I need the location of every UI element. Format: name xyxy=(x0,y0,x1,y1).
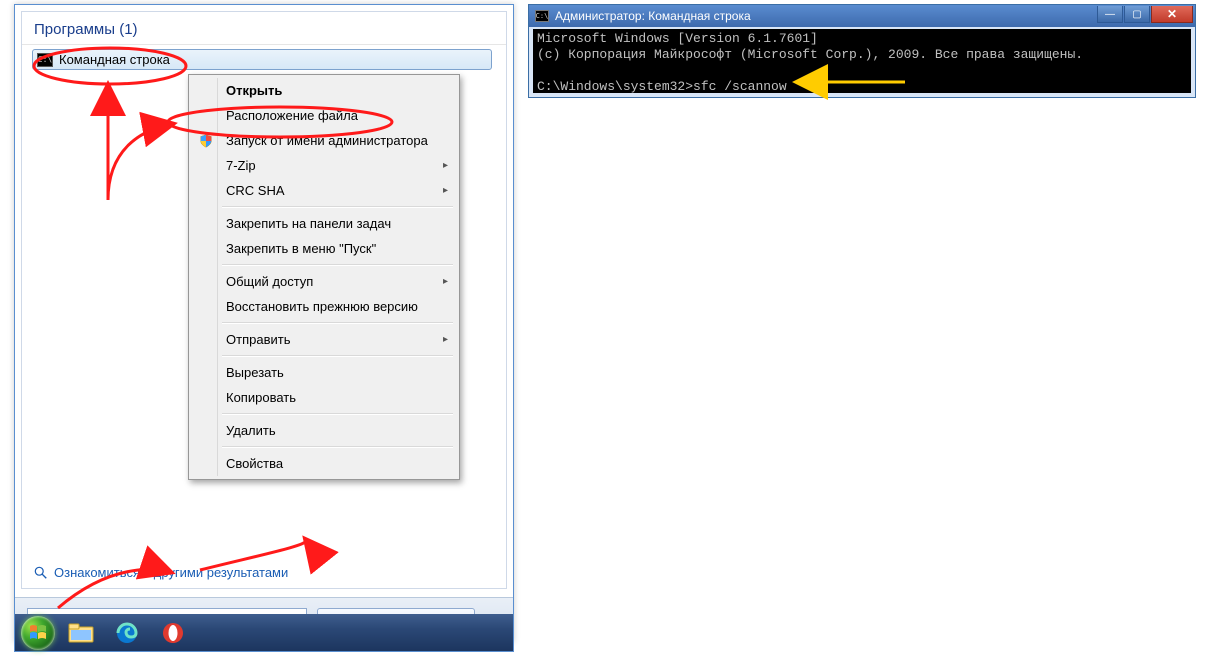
search-icon xyxy=(34,566,48,580)
taskbar xyxy=(14,614,514,652)
ctx-file-location[interactable]: Расположение файла xyxy=(192,103,456,128)
ctx-cut[interactable]: Вырезать xyxy=(192,360,456,385)
ctx-pin-taskbar[interactable]: Закрепить на панели задач xyxy=(192,211,456,236)
ctx-7zip-label: 7-Zip xyxy=(226,158,256,173)
cmd-title-text: Администратор: Командная строка xyxy=(555,9,751,23)
start-menu-window: Программы (1) C:\ Командная строка Откры… xyxy=(14,4,514,642)
start-button[interactable] xyxy=(21,616,55,650)
ctx-properties[interactable]: Свойства xyxy=(192,451,456,476)
shield-icon xyxy=(199,134,213,148)
ctx-separator xyxy=(222,322,453,324)
cmd-line2: (c) Корпорация Майкрософт (Microsoft Cor… xyxy=(537,47,1083,62)
see-more-results-link[interactable]: Ознакомиться с другими результатами xyxy=(34,565,288,580)
cmd-titlebar[interactable]: C:\ Администратор: Командная строка — ▢ … xyxy=(529,5,1195,27)
cmd-window: C:\ Администратор: Командная строка — ▢ … xyxy=(528,4,1196,98)
ctx-separator xyxy=(222,446,453,448)
start-menu-panel: Программы (1) C:\ Командная строка Откры… xyxy=(21,11,507,589)
ctx-separator xyxy=(222,413,453,415)
context-menu: Открыть Расположение файла Запуск от име… xyxy=(188,74,460,480)
close-button[interactable]: ✕ xyxy=(1151,6,1193,23)
ctx-separator xyxy=(222,264,453,266)
cmd-body[interactable]: Microsoft Windows [Version 6.1.7601] (c)… xyxy=(533,29,1191,93)
ctx-crc-sha-label: CRC SHA xyxy=(226,183,285,198)
ctx-restore-previous[interactable]: Восстановить прежнюю версию xyxy=(192,294,456,319)
cmd-command: sfc /scannow xyxy=(693,79,787,93)
ctx-run-as-admin[interactable]: Запуск от имени администратора xyxy=(192,128,456,153)
ctx-run-as-admin-label: Запуск от имени администратора xyxy=(226,133,428,148)
ctx-7zip[interactable]: 7-Zip xyxy=(192,153,456,178)
windows-logo-icon xyxy=(28,623,48,643)
ctx-pin-start[interactable]: Закрепить в меню "Пуск" xyxy=(192,236,456,261)
search-result-cmd[interactable]: C:\ Командная строка xyxy=(32,49,492,70)
ctx-send-to-label: Отправить xyxy=(226,332,290,347)
ctx-share-label: Общий доступ xyxy=(226,274,313,289)
search-result-label: Командная строка xyxy=(59,52,170,67)
ctx-separator xyxy=(222,355,453,357)
maximize-button[interactable]: ▢ xyxy=(1124,6,1150,23)
ctx-copy[interactable]: Копировать xyxy=(192,385,456,410)
cmd-title-icon: C:\ xyxy=(535,10,549,22)
cmd-prompt: C:\Windows\system32> xyxy=(537,79,693,93)
ctx-open[interactable]: Открыть xyxy=(192,78,456,103)
cmd-icon: C:\ xyxy=(37,53,53,67)
taskbar-opera-icon[interactable] xyxy=(153,618,193,648)
ctx-delete[interactable]: Удалить xyxy=(192,418,456,443)
ctx-send-to[interactable]: Отправить xyxy=(192,327,456,352)
ctx-crc-sha[interactable]: CRC SHA xyxy=(192,178,456,203)
ctx-separator xyxy=(222,206,453,208)
programs-header: Программы (1) xyxy=(22,12,506,45)
cmd-line1: Microsoft Windows [Version 6.1.7601] xyxy=(537,31,818,46)
see-more-results-label: Ознакомиться с другими результатами xyxy=(54,565,288,580)
taskbar-edge-icon[interactable] xyxy=(107,618,147,648)
ctx-share[interactable]: Общий доступ xyxy=(192,269,456,294)
taskbar-explorer-icon[interactable] xyxy=(61,618,101,648)
minimize-button[interactable]: — xyxy=(1097,6,1123,23)
